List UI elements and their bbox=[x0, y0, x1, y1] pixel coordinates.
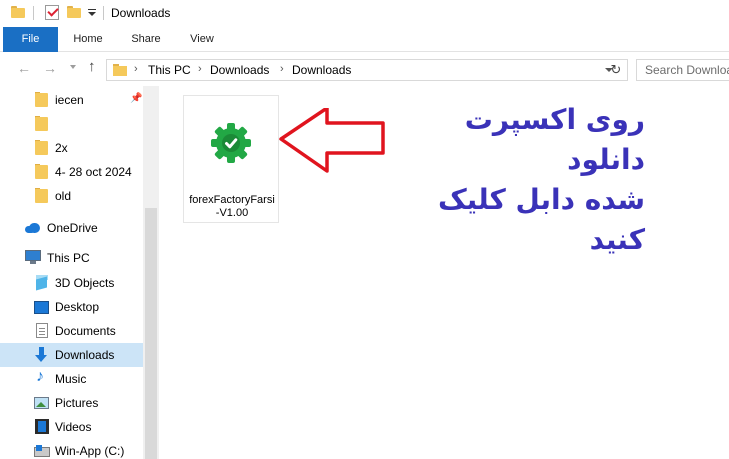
folder-icon bbox=[35, 188, 48, 203]
sidebar-item-3d-objects[interactable]: 3D Objects bbox=[0, 271, 143, 295]
red-arrow-icon bbox=[279, 108, 385, 173]
pictures-icon bbox=[34, 397, 49, 409]
folder-icon bbox=[113, 64, 127, 76]
sidebar-scrollbar-thumb[interactable] bbox=[145, 208, 157, 459]
sidebar-item-label: Win-App (C:) bbox=[55, 444, 125, 458]
file-list: forexFactoryFarsi -V1.00 روی اکسپرت دانل… bbox=[159, 86, 729, 459]
3d-objects-icon bbox=[35, 275, 49, 291]
sidebar-item-iecen[interactable]: iecen 📌 bbox=[0, 88, 143, 112]
tab-share[interactable]: Share bbox=[126, 27, 166, 52]
address-bar[interactable]: › This PC › Downloads › Downloads bbox=[106, 59, 628, 81]
onedrive-icon bbox=[25, 223, 41, 233]
title-bar: Downloads bbox=[0, 0, 729, 27]
forward-arrow-icon[interactable]: → bbox=[43, 61, 57, 75]
sidebar-item-label: Pictures bbox=[55, 396, 99, 410]
divider bbox=[33, 6, 34, 20]
sidebar-item-label: Music bbox=[55, 372, 87, 386]
computer-icon bbox=[25, 250, 41, 264]
sidebar-item-28-oct-2024[interactable]: 4- 28 oct 2024 bbox=[0, 160, 143, 184]
sidebar-item-label: Videos bbox=[55, 420, 92, 434]
refresh-icon[interactable]: ↻ bbox=[607, 59, 625, 81]
sidebar-item-label: 2x bbox=[55, 141, 68, 155]
sidebar-item-label: This PC bbox=[47, 251, 90, 265]
sidebar-item-label: old bbox=[55, 189, 72, 203]
sidebar-item-label: iecen bbox=[55, 93, 84, 107]
file-item[interactable]: forexFactoryFarsi -V1.00 bbox=[183, 95, 279, 223]
customize-quick-access-icon[interactable] bbox=[87, 8, 97, 18]
navigation-pane: iecen 📌 2x 4- 28 oct 2024 old OneDrive T… bbox=[0, 86, 159, 459]
annotation-line: روی اکسپرت دانلود bbox=[464, 103, 645, 176]
sidebar-item-old[interactable]: old bbox=[0, 184, 143, 208]
tab-view[interactable]: View bbox=[183, 27, 221, 52]
folder-icon[interactable] bbox=[11, 6, 25, 18]
sidebar-item-label: 3D Objects bbox=[55, 276, 115, 290]
videos-icon bbox=[35, 419, 49, 434]
folder-icon bbox=[35, 164, 48, 179]
sidebar-item-documents[interactable]: Documents bbox=[0, 319, 143, 343]
properties-icon[interactable] bbox=[45, 5, 59, 20]
back-arrow-icon[interactable]: ← bbox=[17, 61, 31, 75]
breadcrumb-downloads-current[interactable]: Downloads bbox=[292, 63, 351, 77]
sidebar-item-onedrive[interactable]: OneDrive bbox=[0, 216, 143, 240]
folder-icon bbox=[35, 116, 48, 131]
sidebar-item-label: OneDrive bbox=[47, 221, 98, 235]
desktop-icon bbox=[34, 301, 49, 314]
up-arrow-icon[interactable]: ↑ bbox=[88, 59, 96, 74]
sidebar-item-label: Downloads bbox=[55, 348, 115, 362]
pin-icon[interactable]: 📌 bbox=[130, 93, 142, 104]
ribbon-tabs: File Home Share View bbox=[0, 27, 729, 52]
sidebar-item-label: Documents bbox=[55, 324, 116, 338]
sidebar-item-downloads[interactable]: Downloads bbox=[0, 343, 143, 367]
breadcrumb-downloads[interactable]: Downloads bbox=[210, 63, 269, 77]
new-folder-icon[interactable] bbox=[67, 6, 81, 18]
file-name-line: forexFactoryFarsi bbox=[189, 194, 275, 206]
divider bbox=[103, 6, 104, 20]
window-title: Downloads bbox=[111, 6, 171, 20]
tab-home[interactable]: Home bbox=[68, 27, 108, 52]
search-input[interactable]: Search Downloads bbox=[636, 59, 729, 81]
file-name: forexFactoryFarsi -V1.00 bbox=[184, 194, 280, 220]
sidebar-item-pictures[interactable]: Pictures bbox=[0, 391, 143, 415]
file-name-line: -V1.00 bbox=[215, 207, 249, 219]
navigation-bar: ← → ↑ › This PC › Downloads › Downloads … bbox=[0, 52, 729, 86]
sidebar-item-this-pc[interactable]: This PC bbox=[0, 246, 143, 270]
sidebar-item-label: 4- 28 oct 2024 bbox=[55, 165, 132, 179]
tab-file[interactable]: File bbox=[3, 27, 58, 52]
annotation-text: روی اکسپرت دانلود شده دابل کلیک کنید bbox=[395, 100, 645, 260]
green-gear-check-icon bbox=[211, 123, 251, 163]
sidebar-item-videos[interactable]: Videos bbox=[0, 415, 143, 439]
sidebar-item-folder[interactable] bbox=[0, 112, 143, 136]
recent-locations-icon[interactable] bbox=[70, 65, 76, 69]
downloads-icon bbox=[35, 347, 48, 362]
sidebar-item-label: Desktop bbox=[55, 300, 100, 314]
annotation-line: شده دابل کلیک کنید bbox=[437, 183, 645, 256]
sidebar-item-win-app-c[interactable]: Win-App (C:) bbox=[0, 439, 143, 459]
documents-icon bbox=[36, 323, 48, 338]
breadcrumb-separator: › bbox=[134, 63, 138, 75]
folder-icon bbox=[35, 140, 48, 155]
sidebar-item-desktop[interactable]: Desktop bbox=[0, 295, 143, 319]
sidebar-item-music[interactable]: ♪ Music bbox=[0, 367, 143, 391]
music-icon: ♪ bbox=[36, 368, 44, 385]
breadcrumb-separator: › bbox=[198, 63, 202, 75]
folder-icon bbox=[35, 92, 48, 107]
sidebar-item-2x[interactable]: 2x bbox=[0, 136, 143, 160]
breadcrumb-separator: › bbox=[280, 63, 284, 75]
drive-icon bbox=[34, 445, 50, 457]
breadcrumb-this-pc[interactable]: This PC bbox=[148, 63, 191, 77]
